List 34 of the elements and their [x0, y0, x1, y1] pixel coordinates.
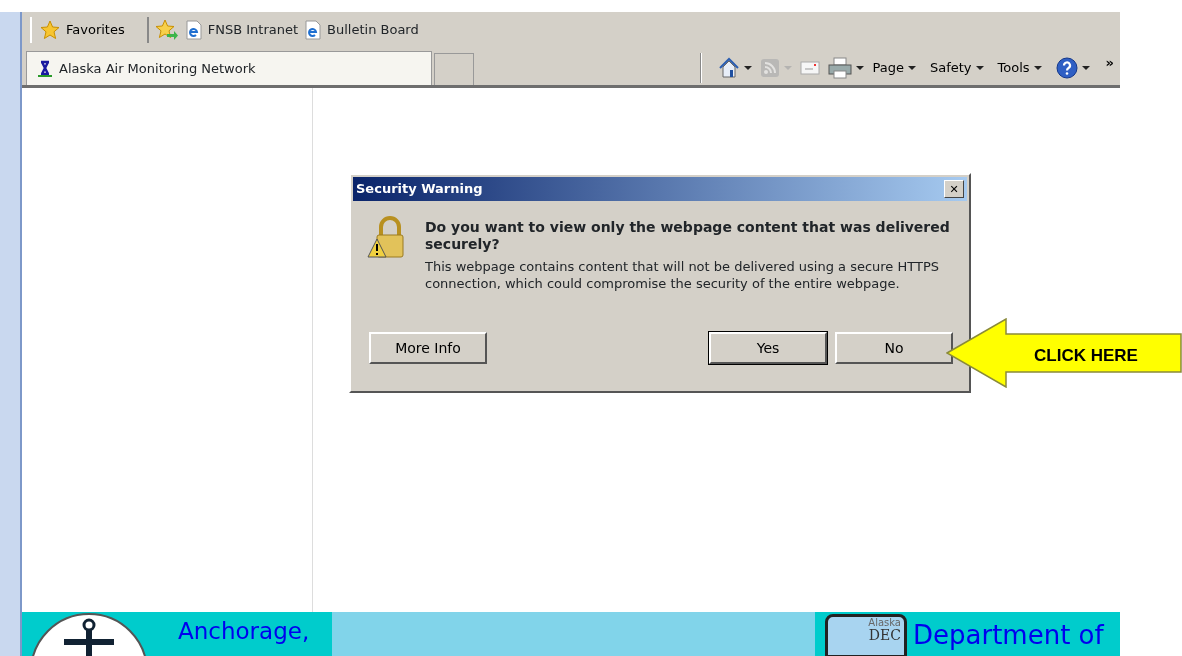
favorites-button[interactable]: Favorites: [30, 17, 149, 43]
browser-tab[interactable]: [434, 53, 474, 85]
command-menu[interactable]: Page: [872, 58, 916, 78]
command-menu[interactable]: Tools: [997, 58, 1042, 78]
warning-detail: This webpage contains content that will not be delivered using a secure HTTPS connection, which could compromise the security of the entire webpage.: [425, 258, 940, 292]
favorites-link[interactable]: Bulletin Board: [304, 20, 419, 40]
banner-title: Anchorage,: [178, 617, 310, 643]
command-menu[interactable]: Safety: [929, 58, 984, 78]
dialog-button[interactable]: Yes: [709, 332, 827, 364]
browser-tab[interactable]: Alaska Air Monitoring Network: [26, 51, 432, 85]
site-icon: [37, 59, 53, 78]
overflow-button[interactable]: »: [1105, 53, 1114, 73]
print-button[interactable]: [828, 57, 865, 79]
warning-question: Do you want to view only the webpage content that was delivered securely?: [425, 219, 951, 253]
feed-icon: [760, 58, 781, 78]
favorites-link[interactable]: FNSB Intranet: [184, 20, 299, 40]
banner-title: Department of: [913, 619, 1104, 648]
home-icon: [718, 57, 741, 79]
page-icon: [304, 20, 323, 40]
page-icon: [184, 20, 203, 40]
dialog-title-bar: Security Warning ✕: [353, 177, 967, 201]
help-button[interactable]: [1055, 57, 1090, 79]
dialog-button[interactable]: No: [835, 332, 953, 364]
close-button[interactable]: ✕: [944, 180, 964, 198]
mail-icon: [800, 60, 821, 76]
printer-icon: [828, 57, 853, 79]
dec-logo: Alaska DEC: [825, 614, 907, 656]
add-favorite-icon[interactable]: [154, 19, 179, 41]
callout-text: CLICK HERE: [1034, 345, 1138, 367]
dialog-button[interactable]: More Info: [369, 332, 487, 364]
mail-button[interactable]: [800, 60, 821, 76]
star-icon: [40, 20, 60, 40]
home-button[interactable]: [718, 57, 753, 79]
help-icon: [1055, 57, 1078, 79]
